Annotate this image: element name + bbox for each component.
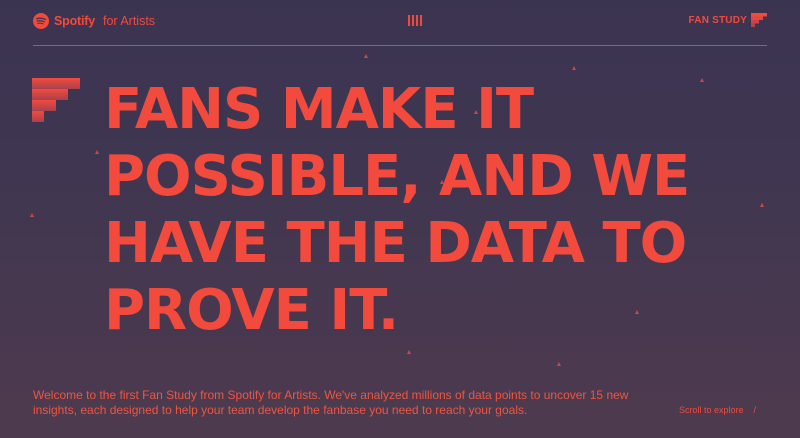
fan-study-label: FAN STUDY: [688, 14, 747, 26]
spotify-for-artists-logo-link[interactable]: Spotify for Artists: [33, 12, 155, 30]
menu-bars-icon[interactable]: [408, 15, 422, 26]
brand-name: Spotify: [54, 14, 95, 28]
hero-headline: FANS MAKE IT POSSIBLE, AND WE HAVE THE D…: [104, 76, 764, 344]
confetti-spark: [760, 203, 764, 207]
confetti-spark: [407, 350, 411, 354]
headline-line: POSSIBLE, AND WE: [104, 144, 690, 209]
spotify-logo-icon: [33, 13, 49, 29]
headline-line: FANS MAKE IT: [104, 77, 534, 142]
stairs-mark-icon: [32, 78, 80, 122]
headline-line: PROVE IT.: [104, 278, 399, 343]
top-navigation-bar: Spotify for Artists FAN STUDY: [33, 0, 767, 45]
header-divider: [33, 45, 767, 46]
brand-suffix: for Artists: [102, 14, 156, 28]
intro-paragraph: Welcome to the first Fan Study from Spot…: [33, 388, 629, 417]
fan-study-mark-icon: [751, 13, 767, 27]
confetti-spark: [700, 78, 704, 82]
fan-study-link[interactable]: FAN STUDY: [689, 13, 767, 27]
confetti-spark: [95, 150, 99, 154]
confetti-spark: [440, 180, 444, 184]
scroll-to-explore-link[interactable]: Scroll to explore /: [679, 405, 756, 415]
scroll-label: Scroll to explore: [679, 405, 744, 415]
confetti-spark: [250, 238, 254, 242]
scroll-slash-icon: /: [753, 405, 757, 415]
headline-line: HAVE THE DATA TO: [104, 211, 687, 276]
confetti-spark: [474, 110, 478, 114]
confetti-spark: [30, 213, 34, 217]
confetti-spark: [635, 310, 639, 314]
confetti-spark: [364, 54, 368, 58]
confetti-spark: [557, 362, 561, 366]
confetti-spark: [572, 66, 576, 70]
